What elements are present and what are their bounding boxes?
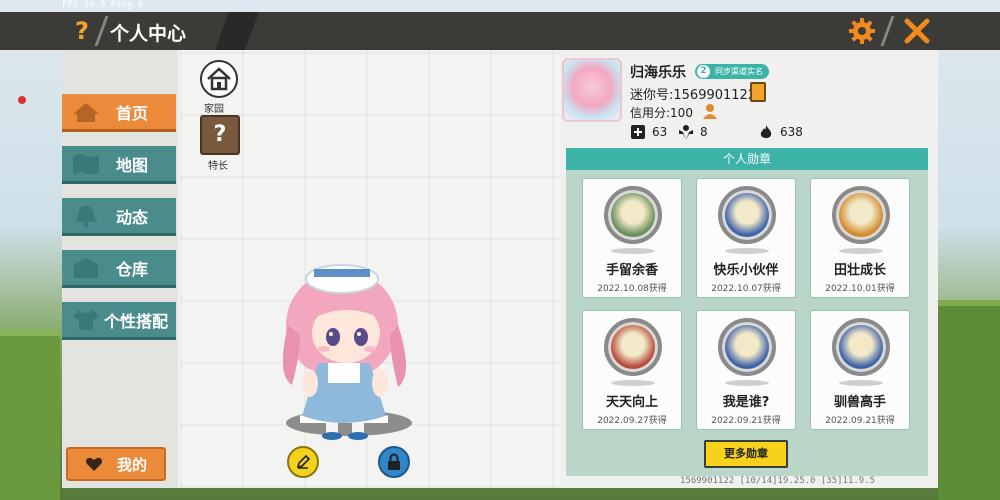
- medal-card[interactable]: 天天向上 2022.09.27获得: [582, 310, 682, 430]
- medal-shadow: [725, 380, 769, 386]
- medal-card[interactable]: 田壮成长 2022.10.01获得: [810, 178, 910, 298]
- copy-icon[interactable]: [750, 82, 766, 102]
- medal-badge-icon: [718, 318, 776, 376]
- medal-badge-icon: [832, 186, 890, 244]
- medal-shadow: [611, 248, 655, 254]
- nav-outfit[interactable]: 个性搭配: [62, 302, 176, 340]
- flame-icon: [760, 125, 772, 138]
- mine-button[interactable]: 我的: [66, 447, 166, 481]
- more-medals-button[interactable]: 更多勋章: [704, 440, 788, 468]
- medal-shadow: [725, 248, 769, 254]
- person-icon[interactable]: [702, 103, 718, 119]
- stat-posts[interactable]: 63: [630, 124, 667, 140]
- stat-popularity[interactable]: 638: [758, 124, 803, 140]
- medal-badge-icon: [604, 186, 662, 244]
- profile-avatar[interactable]: [562, 58, 622, 122]
- medal-name: 驯兽高手: [833, 395, 886, 410]
- medal-name: 田壮成长: [833, 263, 886, 278]
- nav-label: 个性搭配: [104, 311, 169, 331]
- stat-value: 63: [652, 125, 668, 139]
- specialty-button[interactable]: ?: [200, 115, 240, 155]
- medal-date: 2022.10.08获得: [597, 284, 667, 294]
- sync-icon: 2: [697, 65, 710, 78]
- medal-name: 手留余香: [605, 263, 658, 278]
- sync-verify-badge[interactable]: 2 同步渠道实名: [695, 64, 769, 79]
- medal-date: 2022.09.21获得: [825, 416, 895, 426]
- bell-icon: [68, 201, 104, 231]
- stat-value: 8: [700, 125, 708, 139]
- medal-name: 快乐小伙伴: [713, 263, 779, 278]
- medal-card[interactable]: 我是谁? 2022.09.21获得: [696, 310, 796, 430]
- lock-button[interactable]: [378, 446, 410, 478]
- sync-badge-label: 同步渠道实名: [715, 67, 763, 76]
- page-title: 个人中心: [110, 23, 187, 45]
- storage-icon: [68, 253, 104, 283]
- player-avatar-figure: [282, 264, 406, 440]
- nickname: 归海乐乐: [630, 65, 686, 81]
- grass-block-right: [938, 300, 1000, 500]
- medal-name: 我是谁?: [722, 395, 770, 410]
- medal-card[interactable]: 手留余香 2022.10.08获得: [582, 178, 682, 298]
- home-icon: [68, 97, 104, 127]
- medal-date: 2022.10.01获得: [825, 284, 895, 294]
- specialty-label: 特长: [208, 161, 228, 172]
- medals-title: 个人勋章: [566, 148, 928, 170]
- medal-badge-icon: [604, 318, 662, 376]
- credit-score: 信用分:100: [630, 106, 693, 120]
- homeland-label: 家园: [204, 104, 224, 115]
- outfit-icon: [68, 305, 104, 335]
- header-divider: [880, 16, 895, 46]
- footer-info: 1569901122 [10/14]19.25.0 [35]11.9.5: [680, 476, 876, 486]
- question-icon: ?: [213, 122, 227, 147]
- stat-value: 638: [780, 125, 803, 139]
- medal-shadow: [611, 380, 655, 386]
- edit-button[interactable]: [287, 446, 319, 478]
- mine-label: 我的: [116, 455, 147, 474]
- nav-label: 仓库: [116, 259, 149, 279]
- nav-label: 地图: [116, 155, 149, 175]
- medal-shadow: [839, 380, 883, 386]
- top-header-bar: ? 个人中心: [0, 12, 1000, 50]
- pencil-icon: [296, 454, 311, 469]
- stat-fans[interactable]: 8: [678, 124, 708, 140]
- nav-label: 动态: [116, 207, 149, 227]
- house-icon: [207, 67, 231, 91]
- medal-date: 2022.09.21获得: [711, 416, 781, 426]
- header-divider: [94, 16, 109, 46]
- notification-dot: [18, 96, 26, 104]
- grass-block-left: [0, 330, 60, 500]
- nav-label: 首页: [116, 103, 149, 123]
- medal-date: 2022.09.27获得: [597, 416, 667, 426]
- medal-badge-icon: [832, 318, 890, 376]
- header-decoration: [215, 12, 259, 50]
- map-icon: [68, 149, 104, 179]
- fps-readout: FPS 29.0 Ping 0: [62, 0, 144, 10]
- medal-badge-icon: [718, 186, 776, 244]
- nav-storage[interactable]: 仓库: [62, 250, 176, 288]
- mini-id: 迷你号:1569901122: [630, 88, 757, 103]
- medal-card[interactable]: 驯兽高手 2022.09.21获得: [810, 310, 910, 430]
- nav-map[interactable]: 地图: [62, 146, 176, 184]
- homeland-button[interactable]: [200, 60, 238, 98]
- gear-icon[interactable]: [848, 17, 876, 45]
- fans-icon: [679, 125, 693, 140]
- nav-home[interactable]: 首页: [62, 94, 176, 132]
- help-icon[interactable]: ?: [70, 16, 94, 46]
- medal-date: 2022.10.07获得: [711, 284, 781, 294]
- nav-feed[interactable]: 动态: [62, 198, 176, 236]
- heart-icon: [85, 457, 103, 471]
- medal-card[interactable]: 快乐小伙伴 2022.10.07获得: [696, 178, 796, 298]
- close-icon[interactable]: [904, 17, 930, 45]
- medal-name: 天天向上: [605, 395, 658, 410]
- medal-shadow: [839, 248, 883, 254]
- plus-icon: [631, 125, 645, 139]
- lock-icon: [388, 453, 400, 470]
